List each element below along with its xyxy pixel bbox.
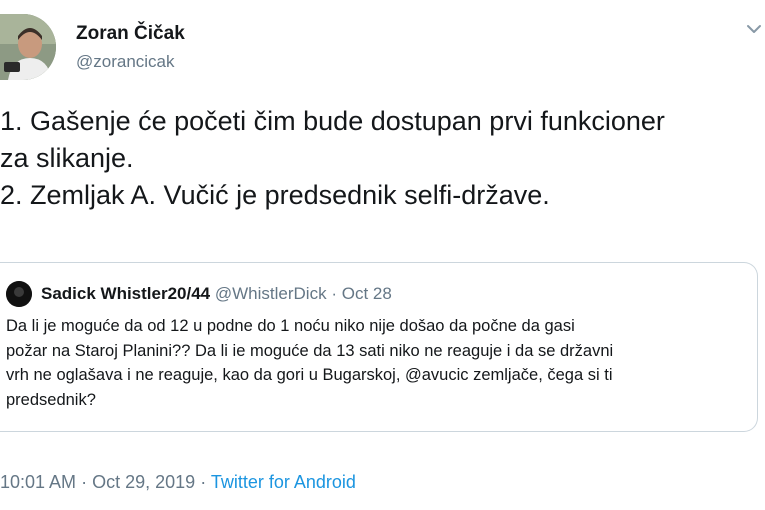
tweet-line: 1. Gašenje će početi čim bude dostupan p…: [0, 106, 665, 136]
author-avatar[interactable]: [0, 14, 56, 80]
quoted-author-avatar: [6, 281, 32, 307]
quoted-tweet-text: Da li je moguće da od 12 u podne do 1 no…: [6, 314, 746, 412]
avatar-icon: [6, 281, 32, 307]
meta-separator: ·: [81, 472, 88, 492]
quoted-tweet-line: predsednik?: [6, 390, 96, 409]
quoted-tweet-header: Sadick Whistler20/44 @WhistlerDick · Oct…: [41, 284, 392, 304]
tweet-source-link[interactable]: Twitter for Android: [211, 472, 356, 492]
chevron-down-icon[interactable]: [745, 20, 763, 38]
tweet-line: 2. Zemljak A. Vučić je predsednik selfi-…: [0, 180, 550, 210]
quoted-tweet-line: vrh ne oglašava i ne reaguje, kao da gor…: [6, 366, 613, 384]
quoted-tweet-date: Oct 28: [341, 284, 392, 303]
quoted-tweet[interactable]: Sadick Whistler20/44 @WhistlerDick · Oct…: [0, 262, 758, 432]
meta-separator: ·: [200, 472, 207, 492]
quoted-author-name: Sadick Whistler20/44: [41, 284, 211, 303]
tweet-time[interactable]: 10:01 AM: [0, 472, 76, 492]
tweet-line: za slikanje.: [0, 143, 134, 173]
quoted-tweet-line: požar na Staroj Planini?? Da li ie moguć…: [6, 341, 614, 360]
author-name[interactable]: Zoran Čičak: [76, 23, 185, 45]
author-handle[interactable]: @zorancicak: [76, 52, 175, 72]
tweet-text: 1. Gašenje će početi čim bude dostupan p…: [0, 103, 765, 214]
tweet-date[interactable]: Oct 29, 2019: [92, 472, 195, 492]
meta-separator: ·: [331, 284, 337, 303]
profile-photo-icon: [0, 14, 56, 80]
quoted-tweet-line: Da li je moguće da od 12 u podne do 1 no…: [6, 317, 575, 335]
quoted-author-handle: @WhistlerDick: [214, 284, 327, 303]
tweet-footer: 10:01 AM · Oct 29, 2019 · Twitter for An…: [0, 472, 356, 493]
